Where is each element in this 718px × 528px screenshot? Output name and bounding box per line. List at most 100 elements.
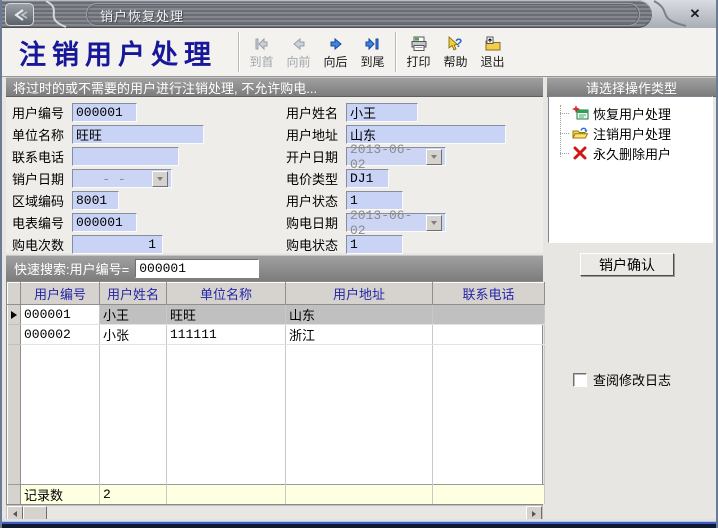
form-row: 用户姓名 小王	[286, 101, 506, 123]
grid-footer-row: 记录数 2	[8, 485, 545, 505]
print-label: 打印	[406, 53, 430, 70]
form-row: 购电状态 1	[286, 233, 506, 255]
user-name-field[interactable]: 小王	[346, 103, 418, 122]
help-button[interactable]: ? 帮助	[437, 35, 474, 70]
nav-first-label: 到首	[249, 53, 273, 70]
view-log-label: 查阅修改日志	[593, 370, 671, 389]
column-header: 单位名称	[167, 283, 286, 305]
chevron-down-icon[interactable]	[152, 171, 168, 187]
cell-phone[interactable]	[433, 325, 545, 345]
arrow-next-icon	[327, 35, 345, 53]
tree-item-label: 恢复用户处理	[593, 104, 671, 123]
field-label: 用户地址	[286, 125, 346, 144]
record-count-label: 记录数	[21, 485, 100, 505]
meter-id-field[interactable]: 000001	[72, 213, 137, 232]
page-title: 注销用户处理	[2, 33, 234, 72]
table-row[interactable]: 000001 小王 旺旺 山东	[8, 305, 545, 325]
titlebar[interactable]: 销户恢复处理 ✕	[2, 0, 716, 28]
cell-phone[interactable]	[433, 305, 545, 325]
region-code-field[interactable]: 8001	[72, 191, 119, 210]
record-count-value: 2	[100, 485, 167, 505]
arrow-prev-icon	[290, 35, 308, 53]
field-label: 区域编码	[12, 191, 72, 210]
app-window: 销户恢复处理 ✕ 注销用户处理 到首 向前	[0, 0, 718, 528]
confirm-cancel-button[interactable]: 销户确认	[580, 253, 674, 276]
purchase-count-field[interactable]: 1	[72, 235, 163, 254]
scroll-right-icon	[532, 511, 536, 517]
user-grid: 用户编号 用户姓名 单位名称 用户地址 联系电话 000001 小王 旺旺 山东…	[6, 281, 543, 505]
open-date-value: 2013-06-02	[350, 141, 426, 172]
restore-user-icon	[571, 105, 589, 121]
chevron-down-icon[interactable]	[426, 215, 442, 231]
price-type-field[interactable]: DJ1	[346, 169, 389, 188]
close-icon: ✕	[690, 6, 701, 22]
cell-user-name[interactable]: 小张	[100, 325, 167, 345]
field-label: 联系电话	[12, 147, 72, 166]
window-bottom-frame	[2, 519, 716, 528]
tree-item-restore-user[interactable]: 恢复用户处理	[549, 103, 712, 123]
nav-prev-label: 向前	[286, 53, 310, 70]
cell-user-id[interactable]: 000001	[21, 305, 100, 325]
horizontal-scrollbar[interactable]	[6, 505, 543, 520]
phone-field[interactable]	[72, 147, 179, 166]
column-header: 联系电话	[433, 283, 545, 305]
view-log-checkbox[interactable]: 查阅修改日志	[573, 370, 671, 389]
field-label: 电价类型	[286, 169, 346, 188]
side-panel-header: 请选择操作类型	[547, 77, 716, 97]
nav-next-button[interactable]: 向后	[317, 35, 354, 70]
field-label: 购电状态	[286, 235, 346, 254]
info-bar-text: 将过时的或不需要的用户进行注销处理, 不允许购电...	[13, 78, 317, 97]
purchase-status-field[interactable]: 1	[346, 235, 403, 254]
tree-item-deregister-user[interactable]: 注销用户处理	[549, 123, 712, 143]
deregister-user-icon	[571, 125, 589, 141]
cell-address[interactable]: 山东	[286, 305, 433, 325]
table-row[interactable]: 000002 小张 111111 浙江	[8, 325, 545, 345]
open-date-combo[interactable]: 2013-06-02	[346, 147, 446, 166]
close-button[interactable]: ✕	[686, 5, 704, 23]
chevron-down-icon[interactable]	[426, 149, 442, 165]
exit-folder-icon	[484, 35, 502, 53]
form-row: 购电日期 2013-06-02	[286, 211, 506, 233]
search-bar: 快速搜索:用户编号=	[6, 255, 543, 281]
purchase-date-value: 2013-06-02	[350, 207, 426, 238]
cancel-date-combo[interactable]: - -	[72, 169, 172, 188]
info-bar: 将过时的或不需要的用户进行注销处理, 不允许购电...	[6, 77, 543, 97]
field-label: 用户状态	[286, 191, 346, 210]
cell-user-id[interactable]: 000002	[21, 325, 100, 345]
column-header: 用户姓名	[100, 283, 167, 305]
tree-stub	[560, 113, 569, 114]
tree-stub	[560, 133, 569, 134]
tree-item-label: 注销用户处理	[593, 124, 671, 143]
arrow-last-icon	[364, 35, 382, 53]
nav-last-button[interactable]: 到尾	[354, 35, 391, 70]
column-header: 用户编号	[21, 283, 100, 305]
field-label: 用户编号	[12, 103, 72, 122]
field-label: 购电日期	[286, 213, 346, 232]
form-row: 电表编号 000001	[12, 211, 204, 233]
cell-user-name[interactable]: 小王	[100, 305, 167, 325]
user-id-field[interactable]: 000001	[72, 103, 137, 122]
side-header-text: 请选择操作类型	[586, 78, 677, 97]
unit-name-field[interactable]: 旺旺	[72, 125, 204, 144]
print-button[interactable]: 打印	[400, 35, 437, 70]
cell-address[interactable]: 浙江	[286, 325, 433, 345]
nav-prev-button[interactable]: 向前	[280, 35, 317, 70]
operation-tree: 恢复用户处理 注销用户处理	[548, 96, 713, 243]
grid-empty-area	[8, 345, 545, 485]
purchase-date-combo[interactable]: 2013-06-02	[346, 213, 446, 232]
checkbox-icon[interactable]	[573, 373, 587, 387]
cell-unit-name[interactable]: 111111	[167, 325, 286, 345]
grid-header-row: 用户编号 用户姓名 单位名称 用户地址 联系电话	[8, 283, 545, 305]
tree-item-delete-user[interactable]: 永久删除用户	[549, 143, 712, 163]
field-label: 销户日期	[12, 169, 72, 188]
cell-unit-name[interactable]: 旺旺	[167, 305, 286, 325]
nav-first-button[interactable]: 到首	[243, 35, 280, 70]
form-row: 开户日期 2013-06-02	[286, 145, 506, 167]
form-row: 单位名称 旺旺	[12, 123, 204, 145]
search-input[interactable]	[135, 259, 259, 278]
field-label: 用户姓名	[286, 103, 346, 122]
exit-button[interactable]: 退出	[474, 35, 511, 70]
exit-label: 退出	[480, 53, 504, 70]
cancel-date-value: - -	[76, 171, 152, 187]
form-row: 联系电话	[12, 145, 204, 167]
